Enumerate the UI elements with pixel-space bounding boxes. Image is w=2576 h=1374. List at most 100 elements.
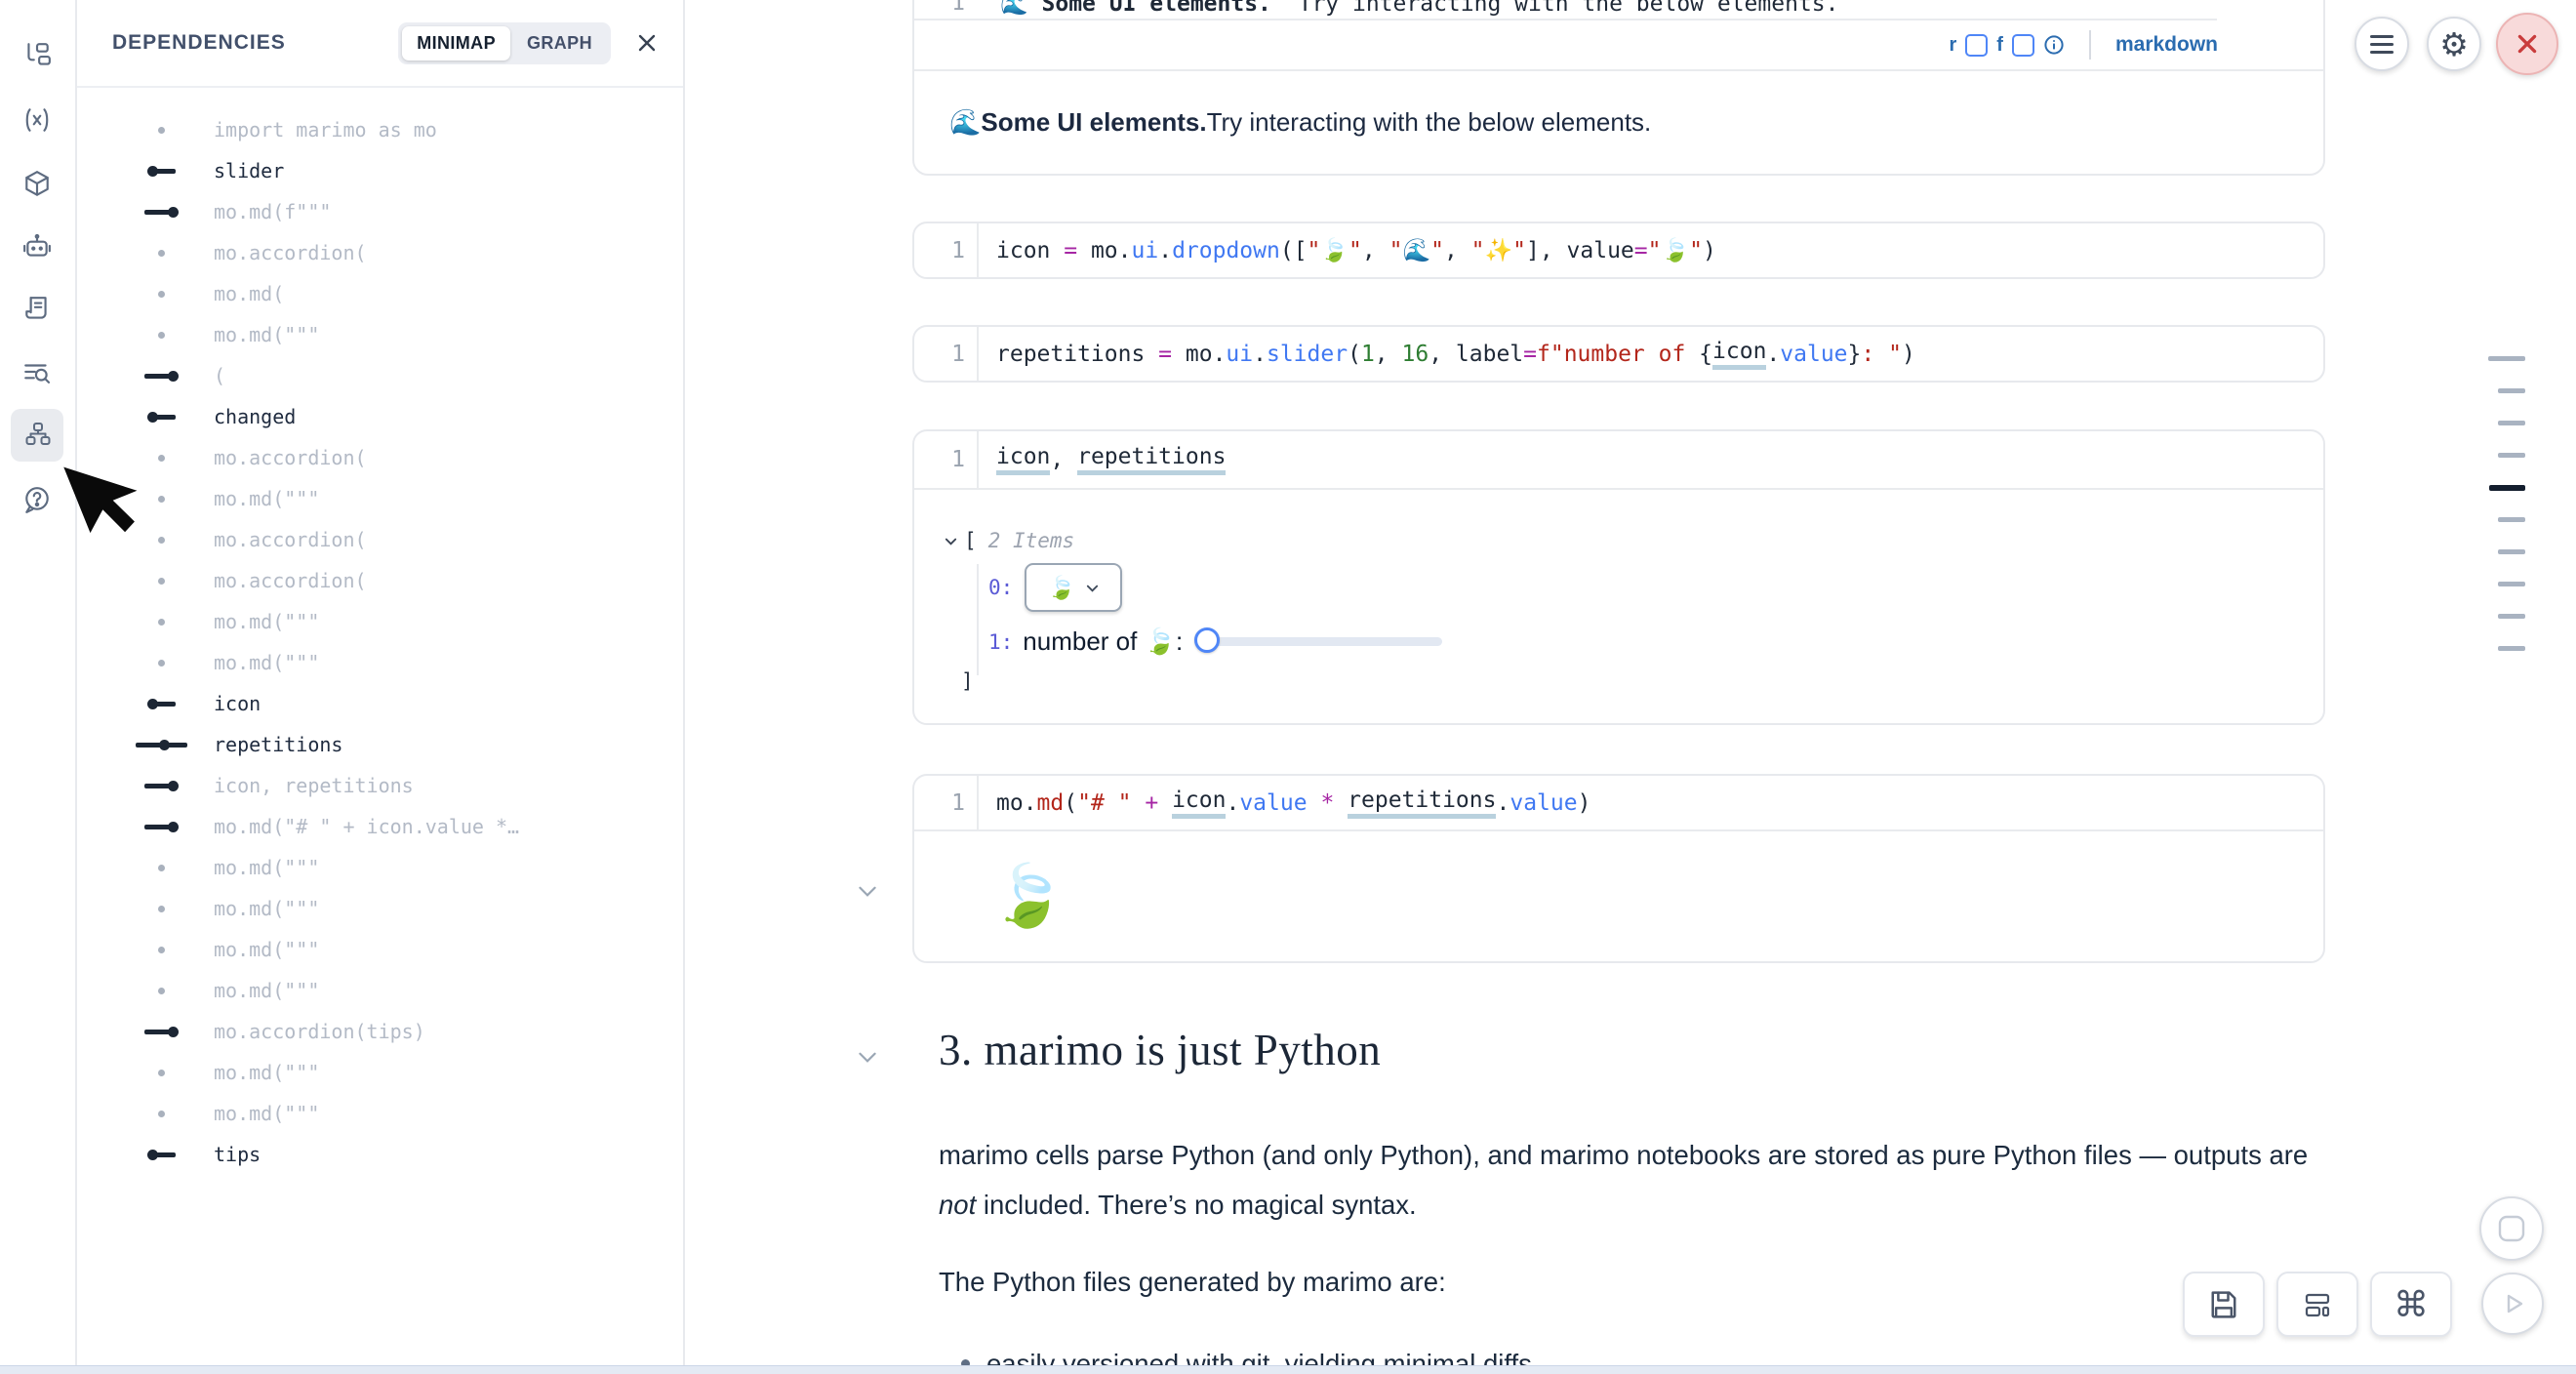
- rail-dash[interactable]: [2498, 549, 2525, 554]
- tree-row-0: 0: 🍃: [988, 563, 1122, 612]
- info-icon[interactable]: [2043, 34, 2065, 56]
- markdown-source[interactable]: 🌊 Some UI elements. Try interacting with…: [977, 0, 1839, 17]
- code-editor[interactable]: icon = mo.ui.dropdown(["🍃", "🌊", "✨"], v…: [977, 223, 2323, 277]
- minimap-item-label: slider: [214, 159, 284, 182]
- cell-marker-icon: [130, 740, 192, 750]
- language-badge[interactable]: markdown: [2115, 33, 2218, 57]
- minimap-item-label: mo.md(""": [214, 323, 319, 346]
- cell-marker-icon: [130, 1150, 192, 1160]
- minimap-item[interactable]: mo.accordion(: [75, 232, 681, 273]
- repetitions-slider[interactable]: [1198, 637, 1442, 646]
- play-icon: [2498, 1289, 2527, 1318]
- file-tree-icon[interactable]: [11, 29, 63, 82]
- minimap-item-label: mo.md(""": [214, 651, 319, 674]
- help-icon[interactable]: [11, 473, 63, 526]
- minimap-item[interactable]: mo.md(""": [75, 970, 681, 1011]
- cell-position-rail: [2482, 356, 2525, 678]
- minimap-item[interactable]: mo.accordion(: [75, 437, 681, 478]
- minimap-item[interactable]: mo.md(""": [75, 847, 681, 888]
- rail-dash[interactable]: [2498, 388, 2525, 393]
- raw-toggle-checkbox[interactable]: [1965, 34, 1988, 57]
- minimap-item-label: mo.md(""": [214, 487, 319, 510]
- minimap-item[interactable]: mo.md(: [75, 273, 681, 314]
- panel-title: DEPENDENCIES: [112, 31, 286, 55]
- packages-icon[interactable]: [11, 158, 63, 211]
- minimap-item[interactable]: mo.md(""": [75, 929, 681, 970]
- paragraph: The Python files generated by marimo are…: [939, 1257, 2310, 1307]
- minimap-item[interactable]: mo.md("# " + icon.value *…: [75, 806, 681, 847]
- stop-button[interactable]: [2479, 1196, 2544, 1261]
- rail-dash[interactable]: [2498, 614, 2525, 619]
- rail-dash[interactable]: [2498, 453, 2525, 458]
- ai-assistant-icon[interactable]: [11, 221, 63, 273]
- minimap-item-label: mo.md(""": [214, 1102, 319, 1125]
- chevron-down-icon[interactable]: [944, 534, 958, 548]
- fstring-toggle-label: f: [1996, 34, 2003, 57]
- minimap-item[interactable]: tips: [75, 1134, 681, 1175]
- outline-search-icon[interactable]: [11, 346, 63, 399]
- rail-dash-active[interactable]: [2489, 485, 2525, 491]
- icon-dropdown[interactable]: 🍃: [1025, 563, 1122, 612]
- cell-marker-icon: [130, 371, 192, 382]
- minimap-item[interactable]: mo.md(""": [75, 314, 681, 355]
- tab-graph[interactable]: GRAPH: [512, 26, 607, 61]
- minimap-item[interactable]: mo.md(""": [75, 888, 681, 929]
- tab-minimap[interactable]: MINIMAP: [402, 26, 510, 61]
- minimap-item[interactable]: mo.md(""": [75, 642, 681, 683]
- fstring-toggle-checkbox[interactable]: [2012, 34, 2034, 57]
- dependency-graph-icon[interactable]: [11, 409, 63, 462]
- dependencies-panel: DEPENDENCIES MINIMAP GRAPH import marimo…: [75, 0, 685, 1374]
- leaf-emoji-output: 🍃: [990, 867, 1066, 927]
- minimap-item[interactable]: changed: [75, 396, 681, 437]
- minimap-item-label: mo.md(""": [214, 610, 319, 633]
- shutdown-button[interactable]: [2496, 13, 2558, 75]
- settings-button[interactable]: ⚙: [2427, 17, 2481, 71]
- stop-icon: [2497, 1214, 2526, 1243]
- save-button[interactable]: [2183, 1272, 2265, 1337]
- run-button[interactable]: [2481, 1273, 2544, 1335]
- minimap-item[interactable]: mo.md(""": [75, 601, 681, 642]
- minimap-item-label: mo.md(""": [214, 856, 319, 879]
- minimap-item[interactable]: icon: [75, 683, 681, 724]
- rail-dash[interactable]: [2498, 517, 2525, 522]
- markdown-editor[interactable]: 1 🌊 Some UI elements. Try interacting wi…: [914, 0, 2323, 19]
- minimap-item[interactable]: mo.md(f""": [75, 191, 681, 232]
- line-number: 1: [914, 238, 977, 263]
- minimap-item-label: (: [214, 364, 225, 387]
- minimap-item[interactable]: mo.accordion(tips): [75, 1011, 681, 1052]
- cell-marker-icon: [130, 660, 192, 667]
- close-icon: [2515, 31, 2540, 57]
- code-editor[interactable]: repetitions = mo.ui.slider(1, 16, label=…: [977, 327, 2323, 381]
- minimap-item[interactable]: slider: [75, 150, 681, 191]
- close-icon[interactable]: [632, 28, 662, 58]
- chevron-down-icon[interactable]: [855, 878, 880, 904]
- minimap-item[interactable]: mo.md(""": [75, 1052, 681, 1093]
- minimap-item[interactable]: mo.md(""": [75, 1093, 681, 1134]
- code-editor[interactable]: icon, repetitions: [977, 431, 2323, 488]
- command-palette-button[interactable]: ⌘: [2370, 1272, 2452, 1337]
- raw-toggle-label: r: [1950, 34, 1957, 57]
- rail-dash[interactable]: [2488, 356, 2525, 361]
- chevron-down-icon[interactable]: [855, 1044, 880, 1070]
- menu-button[interactable]: [2355, 17, 2409, 71]
- minimap-item-label: mo.accordion(: [214, 569, 367, 592]
- code-cell-tuple: 1 icon, repetitions [ 2 Items 0: 🍃 1:: [912, 429, 2325, 725]
- code-editor[interactable]: mo.md("# " + icon.value * repetitions.va…: [977, 776, 2323, 829]
- rail-dash[interactable]: [2498, 582, 2525, 586]
- minimap-item[interactable]: (: [75, 355, 681, 396]
- minimap-item-label: mo.accordion(tips): [214, 1020, 425, 1043]
- chevron-down-icon: [1085, 581, 1100, 595]
- md-heading-output: 🍃: [914, 831, 2323, 961]
- minimap-item[interactable]: repetitions: [75, 724, 681, 765]
- minimap-item[interactable]: import marimo as mo: [75, 109, 681, 150]
- cell-marker-icon: [130, 250, 192, 257]
- snippets-icon[interactable]: [11, 283, 63, 336]
- cell-marker-icon: [130, 578, 192, 585]
- minimap-item[interactable]: mo.accordion(: [75, 560, 681, 601]
- slider-thumb[interactable]: [1194, 627, 1220, 653]
- minimap-item[interactable]: icon, repetitions: [75, 765, 681, 806]
- variables-icon[interactable]: [11, 94, 63, 146]
- rail-dash[interactable]: [2498, 646, 2525, 651]
- rail-dash[interactable]: [2498, 421, 2525, 425]
- layout-button[interactable]: [2276, 1272, 2358, 1337]
